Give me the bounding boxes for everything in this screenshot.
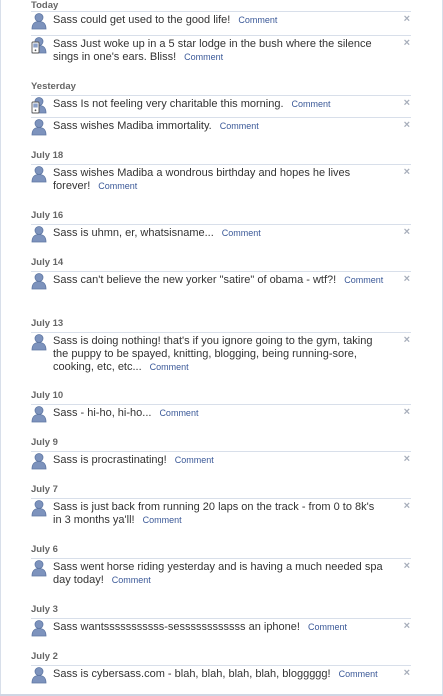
user-icon bbox=[31, 452, 49, 470]
comment-link[interactable]: Comment bbox=[308, 622, 347, 632]
status-row: Sass wishes Madiba a wondrous birthday a… bbox=[31, 164, 411, 192]
status-text: Sass could get used to the good life! Com… bbox=[53, 14, 385, 27]
status-text: Sass wantsssssssssss-sessssssssssss an i… bbox=[53, 621, 385, 634]
status-message: Sass wishes Madiba immortality. bbox=[53, 120, 212, 132]
date-header: July 2 bbox=[31, 651, 58, 662]
date-header: July 6 bbox=[31, 544, 58, 555]
date-header: Yesterday bbox=[31, 81, 76, 92]
comment-link[interactable]: Comment bbox=[292, 99, 331, 109]
comment-link[interactable]: Comment bbox=[150, 362, 189, 372]
status-row: Sass is just back from running 20 laps o… bbox=[31, 498, 411, 526]
status-text: Sass is doing nothing! that's if you ign… bbox=[53, 335, 385, 374]
status-row: Sass wishes Madiba immortality. Comment × bbox=[31, 117, 411, 136]
remove-status-button[interactable]: × bbox=[404, 37, 410, 50]
comment-link[interactable]: Comment bbox=[98, 181, 137, 191]
remove-status-button[interactable]: × bbox=[404, 273, 410, 286]
date-header: July 9 bbox=[31, 437, 58, 448]
remove-status-button[interactable]: × bbox=[404, 667, 410, 680]
remove-status-button[interactable]: × bbox=[404, 226, 410, 239]
status-message: Sass is cybersass.com - blah, blah, blah… bbox=[53, 668, 331, 680]
status-text: Sass wishes Madiba a wondrous birthday a… bbox=[53, 167, 385, 193]
status-text: Sass - hi-ho, hi-ho... Comment bbox=[53, 407, 385, 420]
comment-link[interactable]: Comment bbox=[175, 455, 214, 465]
date-header: July 14 bbox=[31, 257, 64, 268]
remove-status-button[interactable]: × bbox=[404, 334, 410, 347]
user-icon bbox=[31, 165, 49, 183]
mobile-user-icon bbox=[31, 36, 49, 54]
status-feed: Today Sass could get used to the good lif… bbox=[0, 0, 443, 696]
status-row: Sass Just woke up in a 5 star lodge in t… bbox=[31, 35, 411, 63]
remove-status-button[interactable]: × bbox=[404, 166, 410, 179]
comment-link[interactable]: Comment bbox=[112, 575, 151, 585]
user-icon bbox=[31, 559, 49, 577]
remove-status-button[interactable]: × bbox=[404, 13, 410, 26]
mobile-user-icon bbox=[31, 96, 49, 114]
status-row: Sass - hi-ho, hi-ho... Comment × bbox=[31, 404, 411, 423]
status-row: Sass went horse riding yesterday and is … bbox=[31, 558, 411, 586]
status-message: Sass is just back from running 20 laps o… bbox=[53, 501, 375, 526]
user-icon bbox=[31, 225, 49, 243]
remove-status-button[interactable]: × bbox=[404, 406, 410, 419]
status-message: Sass is procrastinating! bbox=[53, 454, 167, 466]
status-text: Sass is uhmn, er, whatsisname... Comment bbox=[53, 227, 385, 240]
status-message: Sass could get used to the good life! bbox=[53, 14, 231, 26]
status-message: Sass is doing nothing! that's if you ign… bbox=[53, 335, 373, 373]
status-text: Sass went horse riding yesterday and is … bbox=[53, 561, 385, 587]
remove-status-button[interactable]: × bbox=[404, 620, 410, 633]
user-icon bbox=[31, 499, 49, 517]
status-message: Sass Is not feeling very charitable this… bbox=[53, 98, 284, 110]
date-header: July 16 bbox=[31, 210, 64, 221]
remove-status-button[interactable]: × bbox=[404, 500, 410, 513]
user-icon bbox=[31, 666, 49, 684]
date-header: July 10 bbox=[31, 390, 64, 401]
status-text: Sass is just back from running 20 laps o… bbox=[53, 501, 385, 527]
status-row: Sass is uhmn, er, whatsisname... Comment × bbox=[31, 224, 411, 243]
remove-status-button[interactable]: × bbox=[404, 119, 410, 132]
remove-status-button[interactable]: × bbox=[404, 560, 410, 573]
comment-link[interactable]: Comment bbox=[238, 15, 277, 25]
user-icon bbox=[31, 405, 49, 423]
status-text: Sass can't believe the new yorker "satir… bbox=[53, 274, 385, 287]
user-icon bbox=[31, 118, 49, 136]
comment-link[interactable]: Comment bbox=[222, 228, 261, 238]
status-message: Sass wantsssssssssss-sessssssssssss an i… bbox=[53, 621, 300, 633]
date-header: July 18 bbox=[31, 150, 64, 161]
status-message: Sass - hi-ho, hi-ho... bbox=[53, 407, 152, 419]
comment-link[interactable]: Comment bbox=[220, 121, 259, 131]
status-row: Sass wantsssssssssss-sessssssssssss an i… bbox=[31, 618, 411, 637]
status-row: Sass could get used to the good life! Com… bbox=[31, 11, 411, 30]
status-row: Sass Is not feeling very charitable this… bbox=[31, 95, 411, 114]
user-icon bbox=[31, 12, 49, 30]
status-row: Sass can't believe the new yorker "satir… bbox=[31, 271, 411, 290]
status-message: Sass is uhmn, er, whatsisname... bbox=[53, 227, 214, 239]
status-message: Sass went horse riding yesterday and is … bbox=[53, 561, 383, 586]
comment-link[interactable]: Comment bbox=[344, 275, 383, 285]
status-row: Sass is procrastinating! Comment × bbox=[31, 451, 411, 470]
status-text: Sass wishes Madiba immortality. Comment bbox=[53, 120, 385, 133]
status-row: Sass is cybersass.com - blah, blah, blah… bbox=[31, 665, 411, 684]
status-text: Sass Is not feeling very charitable this… bbox=[53, 98, 385, 111]
status-text: Sass is cybersass.com - blah, blah, blah… bbox=[53, 668, 385, 681]
date-header: July 3 bbox=[31, 604, 58, 615]
status-text: Sass is procrastinating! Comment bbox=[53, 454, 385, 467]
comment-link[interactable]: Comment bbox=[159, 408, 198, 418]
remove-status-button[interactable]: × bbox=[404, 453, 410, 466]
date-header: July 7 bbox=[31, 484, 58, 495]
remove-status-button[interactable]: × bbox=[404, 97, 410, 110]
comment-link[interactable]: Comment bbox=[143, 515, 182, 525]
user-icon bbox=[31, 619, 49, 637]
comment-link[interactable]: Comment bbox=[339, 669, 378, 679]
user-icon bbox=[31, 272, 49, 290]
user-icon bbox=[31, 333, 49, 351]
status-message: Sass can't believe the new yorker "satir… bbox=[53, 274, 337, 286]
date-header: July 13 bbox=[31, 318, 64, 329]
comment-link[interactable]: Comment bbox=[184, 52, 223, 62]
date-header: Today bbox=[31, 0, 59, 11]
status-row: Sass is doing nothing! that's if you ign… bbox=[31, 332, 411, 373]
status-text: Sass Just woke up in a 5 star lodge in t… bbox=[53, 38, 385, 64]
